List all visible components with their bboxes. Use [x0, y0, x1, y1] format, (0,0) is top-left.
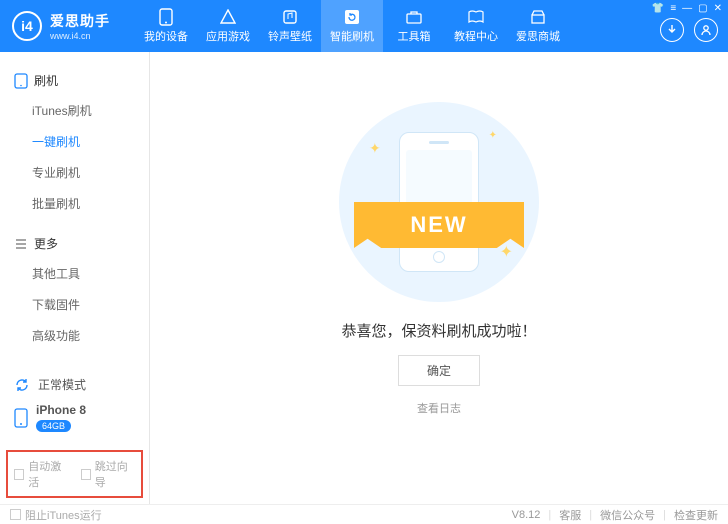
nav-ringtones[interactable]: 铃声壁纸 [259, 0, 321, 52]
phone-icon [14, 73, 28, 89]
sidebar: 刷机 iTunes刷机 一键刷机 专业刷机 批量刷机 更多 其他工具 下载固件 … [0, 52, 150, 504]
sidebar-item-itunes-flash[interactable]: iTunes刷机 [32, 95, 149, 126]
nav-toolbox[interactable]: 工具箱 [383, 0, 445, 52]
tshirt-icon[interactable]: 👕 [652, 3, 664, 14]
refresh-icon [343, 8, 361, 26]
success-message: 恭喜您，保资料刷机成功啦！ [341, 320, 536, 341]
success-illustration: ✦ ✦ ✦ NEW [339, 102, 539, 302]
device-block[interactable]: iPhone 8 64GB [14, 399, 139, 438]
footer-link-support[interactable]: 客服 [559, 507, 581, 523]
logo-icon: i4 [12, 11, 42, 41]
sidebar-item-other-tools[interactable]: 其他工具 [32, 258, 149, 289]
shop-icon [529, 8, 547, 26]
sparkle-icon: ✦ [500, 242, 513, 262]
apps-icon [219, 8, 237, 26]
window-controls: 👕 ≡ ― ▢ ✕ [652, 3, 722, 14]
highlighted-options: 自动激活 跳过向导 [6, 450, 143, 498]
sidebar-item-download-firmware[interactable]: 下载固件 [32, 289, 149, 320]
device-mode[interactable]: 正常模式 [14, 370, 139, 399]
sparkle-icon: ✦ [369, 140, 381, 157]
hamburger-icon [14, 237, 28, 251]
checkbox-icon [10, 509, 21, 520]
nav-flash[interactable]: 智能刷机 [321, 0, 383, 52]
menu-icon[interactable]: ≡ [670, 3, 676, 14]
sparkle-icon: ✦ [489, 130, 497, 141]
checkbox-skip-setup[interactable]: 跳过向导 [81, 458, 136, 490]
book-icon [467, 8, 485, 26]
checkbox-auto-activate[interactable]: 自动激活 [14, 458, 69, 490]
app-header: i4 爱思助手 www.i4.cn 我的设备 应用游戏 铃声壁纸 智能刷机 工具… [0, 0, 728, 52]
checkbox-icon [14, 469, 24, 480]
minimize-icon[interactable]: ― [682, 3, 692, 14]
device-name: iPhone 8 [36, 403, 86, 417]
brand-block: i4 爱思助手 www.i4.cn [0, 0, 135, 52]
main-content: ✦ ✦ ✦ NEW 恭喜您，保资料刷机成功啦！ 确定 查看日志 [150, 52, 728, 504]
sync-icon [14, 377, 30, 393]
sidebar-item-pro-flash[interactable]: 专业刷机 [32, 157, 149, 188]
version-label: V8.12 [512, 509, 541, 521]
checkbox-icon [81, 469, 91, 480]
new-ribbon: NEW [354, 202, 524, 248]
status-bar: 阻止iTunes运行 V8.12 | 客服 | 微信公众号 | 检查更新 [0, 504, 728, 524]
confirm-button[interactable]: 确定 [398, 355, 480, 386]
nav-apps[interactable]: 应用游戏 [197, 0, 259, 52]
download-icon[interactable] [660, 18, 684, 42]
footer-link-wechat[interactable]: 微信公众号 [600, 507, 655, 523]
nav-my-device[interactable]: 我的设备 [135, 0, 197, 52]
view-log-link[interactable]: 查看日志 [417, 400, 461, 416]
toolbox-icon [405, 8, 423, 26]
brand-title: 爱思助手 [50, 11, 110, 31]
top-nav: 我的设备 应用游戏 铃声壁纸 智能刷机 工具箱 教程中心 爱思商城 [135, 0, 569, 52]
footer-link-update[interactable]: 检查更新 [674, 507, 718, 523]
maximize-icon[interactable]: ▢ [698, 3, 707, 14]
nav-tutorials[interactable]: 教程中心 [445, 0, 507, 52]
nav-shop[interactable]: 爱思商城 [507, 0, 569, 52]
sidebar-item-onekey-flash[interactable]: 一键刷机 [32, 126, 149, 157]
user-icon[interactable] [694, 18, 718, 42]
brand-url: www.i4.cn [50, 31, 110, 41]
device-storage-badge: 64GB [36, 420, 71, 432]
sidebar-group-flash[interactable]: 刷机 [0, 66, 149, 95]
checkbox-block-itunes[interactable]: 阻止iTunes运行 [10, 507, 102, 523]
sidebar-item-batch-flash[interactable]: 批量刷机 [32, 188, 149, 219]
sidebar-group-more[interactable]: 更多 [0, 229, 149, 258]
phone-icon [157, 8, 175, 26]
sidebar-item-advanced[interactable]: 高级功能 [32, 320, 149, 351]
music-icon [281, 8, 299, 26]
device-icon [14, 408, 28, 428]
close-icon[interactable]: ✕ [714, 3, 722, 14]
